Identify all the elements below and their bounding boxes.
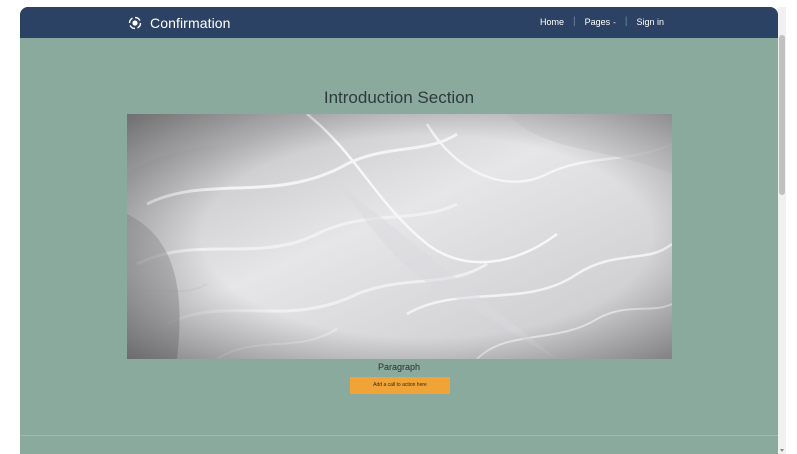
nav-home-link[interactable]: Home [540,17,564,27]
brand[interactable]: Confirmation [128,13,231,33]
circle-logo-icon [128,16,142,30]
scrollbar-thumb[interactable] [779,35,785,195]
section-title: Introduction Section [323,88,475,107]
dropdown-caret-icon: - [613,17,616,27]
top-navbar: Confirmation Home | Pages - | Sign in [20,7,778,38]
hero-image [127,114,672,359]
nav-signin-link[interactable]: Sign in [636,17,664,27]
scroll-down-arrow-icon[interactable] [780,449,784,452]
nav-separator: | [624,16,628,27]
brand-title: Confirmation [150,15,231,31]
paragraph-text: Paragraph [377,362,421,372]
footer-divider [20,435,778,436]
nav-separator: | [573,16,576,27]
nav-menu: Home | Pages - | Sign in [540,16,664,27]
nav-pages-dropdown[interactable]: Pages - [585,17,616,27]
browser-page: Confirmation Home | Pages - | Sign in Int… [20,7,778,454]
call-to-action-button[interactable]: Add a call to action here [350,377,450,394]
vertical-scrollbar[interactable] [778,7,786,454]
nav-pages-label: Pages [584,16,611,27]
